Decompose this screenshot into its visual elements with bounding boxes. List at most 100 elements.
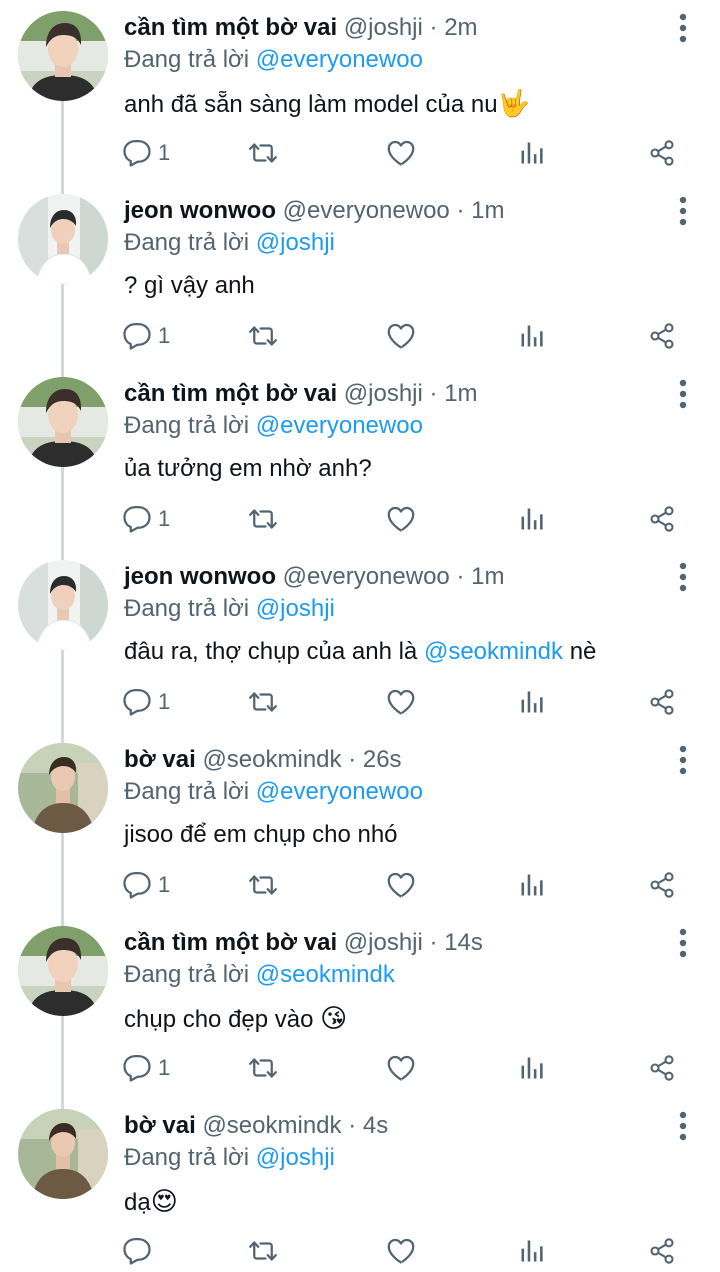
retweet-button[interactable]	[248, 499, 278, 539]
timestamp[interactable]: 2m	[444, 14, 477, 41]
avatar[interactable]	[18, 560, 108, 650]
replying-mention[interactable]: @everyonewoo	[256, 412, 423, 439]
retweet-button[interactable]	[248, 1048, 278, 1088]
timestamp[interactable]: 4s	[363, 1112, 388, 1139]
retweet-button[interactable]	[248, 865, 278, 905]
tweet-actions: 1	[120, 316, 700, 356]
retweet-button[interactable]	[248, 682, 278, 722]
replying-mention[interactable]: @seokmindk	[256, 961, 395, 988]
reply-button[interactable]: 1	[122, 316, 170, 356]
heart-icon	[386, 504, 416, 534]
user-handle[interactable]: @joshji	[344, 380, 423, 407]
replying-mention[interactable]: @joshji	[256, 229, 335, 256]
user-handle[interactable]: @joshji	[344, 14, 423, 41]
like-button[interactable]	[386, 133, 416, 173]
analytics-icon	[518, 505, 546, 533]
tweet[interactable]: jeon wonwoo @everyonewoo · 1m Đang trả l…	[0, 554, 720, 737]
like-button[interactable]	[386, 1048, 416, 1088]
tweet-mention-link[interactable]: @seokmindk	[424, 638, 563, 665]
share-button[interactable]	[648, 865, 676, 905]
avatar[interactable]	[18, 1109, 108, 1199]
like-button[interactable]	[386, 1231, 416, 1271]
analytics-button[interactable]	[518, 133, 546, 173]
replying-mention[interactable]: @everyonewoo	[256, 778, 423, 805]
tweet-text: dạ😍	[124, 1185, 178, 1219]
replying-mention[interactable]: @everyonewoo	[256, 46, 423, 73]
separator-dot: ·	[429, 14, 438, 41]
reply-count: 1	[158, 323, 171, 348]
display-name[interactable]: cần tìm một bờ vai	[124, 380, 337, 407]
tweet[interactable]: cần tìm một bờ vai @joshji · 14s Đang tr…	[0, 920, 720, 1103]
share-button[interactable]	[648, 1231, 676, 1271]
reply-button[interactable]: 1	[122, 682, 170, 722]
more-vertical-icon[interactable]	[672, 1109, 694, 1143]
analytics-button[interactable]	[518, 499, 546, 539]
more-vertical-icon[interactable]	[672, 11, 694, 45]
reply-button[interactable]: 1	[122, 865, 170, 905]
user-handle[interactable]: @everyonewoo	[283, 197, 450, 224]
display-name[interactable]: bờ vai	[124, 746, 196, 773]
tweet[interactable]: bờ vai @seokmindk · 26s Đang trả lời @ev…	[0, 737, 720, 920]
avatar[interactable]	[18, 926, 108, 1016]
like-button[interactable]	[386, 682, 416, 722]
display-name[interactable]: cần tìm một bờ vai	[124, 14, 337, 41]
replying-label: Đang trả lời	[124, 778, 250, 805]
share-button[interactable]	[648, 1048, 676, 1088]
tweet[interactable]: jeon wonwoo @everyonewoo · 1m Đang trả l…	[0, 188, 720, 371]
more-vertical-icon[interactable]	[672, 560, 694, 594]
share-button[interactable]	[648, 133, 676, 173]
timestamp[interactable]: 26s	[363, 746, 402, 773]
like-button[interactable]	[386, 499, 416, 539]
share-button[interactable]	[648, 499, 676, 539]
share-button[interactable]	[648, 316, 676, 356]
reply-button[interactable]: 1	[122, 1048, 170, 1088]
analytics-button[interactable]	[518, 865, 546, 905]
analytics-button[interactable]	[518, 682, 546, 722]
more-vertical-icon[interactable]	[672, 926, 694, 960]
user-handle[interactable]: @everyonewoo	[283, 563, 450, 590]
separator-dot: ·	[429, 380, 438, 407]
avatar[interactable]	[18, 194, 108, 284]
more-vertical-icon[interactable]	[672, 377, 694, 411]
like-button[interactable]	[386, 865, 416, 905]
more-vertical-icon[interactable]	[672, 743, 694, 777]
more-vertical-icon[interactable]	[672, 194, 694, 228]
analytics-button[interactable]	[518, 316, 546, 356]
timestamp[interactable]: 1m	[471, 563, 504, 590]
display-name[interactable]: jeon wonwoo	[124, 563, 276, 590]
avatar[interactable]	[18, 743, 108, 833]
timestamp[interactable]: 14s	[444, 929, 483, 956]
analytics-button[interactable]	[518, 1048, 546, 1088]
user-handle[interactable]: @seokmindk	[202, 1112, 341, 1139]
user-handle[interactable]: @joshji	[344, 929, 423, 956]
replying-mention[interactable]: @joshji	[256, 1144, 335, 1171]
reply-button[interactable]: 1	[122, 133, 170, 173]
share-button[interactable]	[648, 682, 676, 722]
tweet-text-content: đâu ra, thợ chụp của anh là	[124, 638, 424, 665]
display-name[interactable]: jeon wonwoo	[124, 197, 276, 224]
display-name[interactable]: cần tìm một bờ vai	[124, 929, 337, 956]
tweet[interactable]: bờ vai @seokmindk · 4s Đang trả lời @jos…	[0, 1103, 720, 1272]
analytics-button[interactable]	[518, 1231, 546, 1271]
reply-button[interactable]: 1	[122, 499, 170, 539]
display-name[interactable]: bờ vai	[124, 1112, 196, 1139]
timestamp[interactable]: 1m	[471, 197, 504, 224]
avatar[interactable]	[18, 11, 108, 101]
avatar[interactable]	[18, 377, 108, 467]
analytics-icon	[518, 1054, 546, 1082]
retweet-button[interactable]	[248, 316, 278, 356]
retweet-button[interactable]	[248, 1231, 278, 1271]
like-button[interactable]	[386, 316, 416, 356]
user-handle[interactable]: @seokmindk	[202, 746, 341, 773]
separator-dot: ·	[348, 746, 357, 773]
replying-label: Đang trả lời	[124, 46, 250, 73]
retweet-button[interactable]	[248, 133, 278, 173]
reply-button[interactable]	[122, 1231, 158, 1271]
tweet[interactable]: cần tìm một bờ vai @joshji · 2m Đang trả…	[0, 5, 720, 188]
replying-mention[interactable]: @joshji	[256, 595, 335, 622]
timestamp[interactable]: 1m	[444, 380, 477, 407]
separator-dot: ·	[456, 563, 465, 590]
retweet-icon	[248, 1053, 278, 1083]
share-icon	[648, 322, 676, 350]
tweet[interactable]: cần tìm một bờ vai @joshji · 1m Đang trả…	[0, 371, 720, 554]
